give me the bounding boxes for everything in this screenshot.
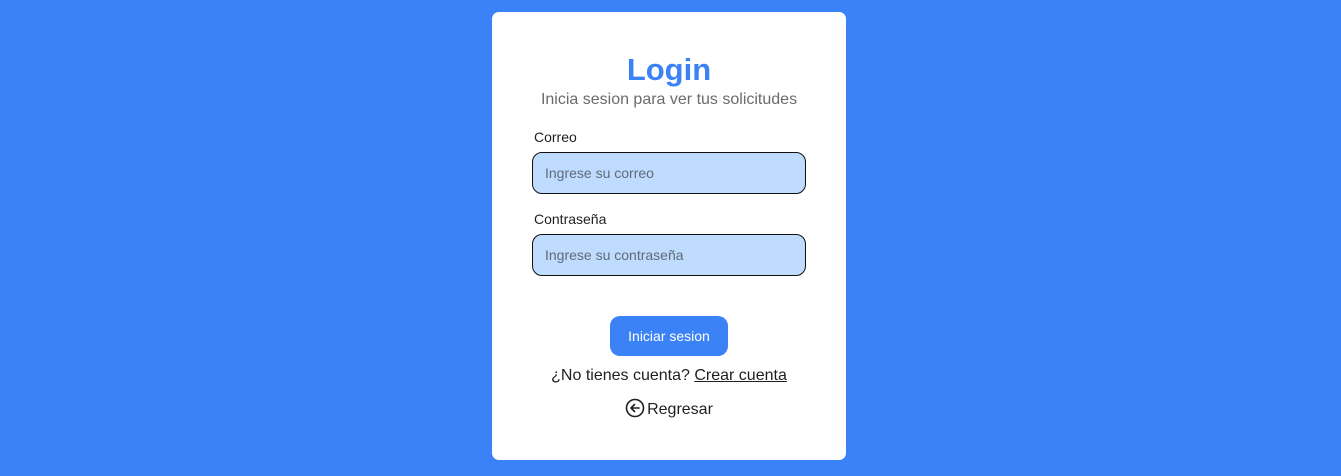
email-label: Correo [534, 129, 577, 145]
arrow-left-circle-icon [625, 398, 645, 418]
login-card: Login Inicia sesion para ver tus solicit… [492, 12, 846, 460]
email-field[interactable] [532, 152, 806, 194]
back-label: Regresar [647, 401, 713, 418]
signup-prompt: ¿No tienes cuenta? [551, 367, 690, 384]
password-label: Contraseña [534, 211, 607, 227]
create-account-link[interactable]: Crear cuenta [694, 367, 787, 384]
back-button[interactable]: Regresar [492, 398, 846, 420]
page-subtitle: Inicia sesion para ver tus solicitudes [540, 91, 798, 108]
password-field[interactable] [532, 234, 806, 276]
page-title: Login [626, 52, 712, 87]
signup-row: ¿No tienes cuenta? Crear cuenta [492, 366, 846, 386]
login-button[interactable]: Iniciar sesion [610, 316, 728, 356]
